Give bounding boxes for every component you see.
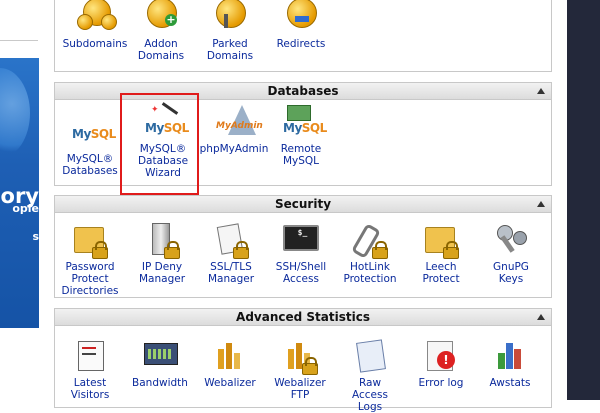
hotlink-protection-label: HotLink Protection xyxy=(343,261,397,285)
visitors-icon xyxy=(72,339,108,375)
remote-mysql-link[interactable]: MySQL Remote MySQL xyxy=(261,105,341,167)
security-title: Security xyxy=(274,197,332,211)
hotlink-protection-link[interactable]: HotLink Protection xyxy=(330,223,410,285)
bandwidth-link[interactable]: Bandwidth xyxy=(120,339,200,389)
subdomains-www-icon xyxy=(77,0,117,36)
ip-deny-link[interactable]: IP Deny Manager xyxy=(122,223,202,285)
error-log-icon: ! xyxy=(423,339,459,375)
mysql-databases-label: MySQL® Databases xyxy=(62,153,118,177)
raw-access-logs-link[interactable]: Raw Access Logs xyxy=(330,339,410,413)
redirects-www-icon xyxy=(283,0,319,36)
domains-panel: Subdomains + Addon Domains Parked Domain… xyxy=(54,0,552,72)
password-protect-link[interactable]: Password Protect Directories xyxy=(50,223,130,297)
parked-domains-link[interactable]: Parked Domains xyxy=(190,0,270,62)
ssl-tls-label: SSL/TLS Manager xyxy=(207,261,255,285)
security-header[interactable]: Security xyxy=(55,196,551,213)
promo-text-2: s xyxy=(32,230,39,243)
selection-highlight xyxy=(120,93,199,195)
webalizer-ftp-link[interactable]: Webalizer FTP xyxy=(260,339,340,401)
certificate-lock-icon xyxy=(213,223,249,259)
collapse-icon[interactable] xyxy=(537,314,545,320)
promo-graphic xyxy=(0,68,30,158)
remote-mysql-icon: MySQL xyxy=(283,105,327,141)
raw-access-logs-label: Raw Access Logs xyxy=(352,377,388,413)
mysql-databases-link[interactable]: MySQL MySQL® Databases xyxy=(50,115,130,177)
server-lock-icon xyxy=(144,223,180,259)
gnupg-keys-link[interactable]: GnuPG Keys xyxy=(471,223,551,285)
ip-deny-label: IP Deny Manager xyxy=(138,261,186,285)
webalizer-link[interactable]: Webalizer xyxy=(190,339,270,389)
leech-protect-link[interactable]: Leech Protect xyxy=(401,223,481,285)
collapse-icon[interactable] xyxy=(537,201,545,207)
ssh-shell-label: SSH/Shell Access xyxy=(275,261,327,285)
webalizer-label: Webalizer xyxy=(204,377,256,389)
keys-icon xyxy=(493,223,529,259)
phpmyadmin-icon: MyAdmin xyxy=(216,105,263,141)
bandwidth-icon xyxy=(142,339,178,375)
promo-text: ople xyxy=(12,202,39,215)
error-log-link[interactable]: ! Error log xyxy=(401,339,481,389)
advanced-statistics-panel: Advanced Statistics Latest Visitors Band… xyxy=(54,308,552,413)
advanced-statistics-title: Advanced Statistics xyxy=(236,310,370,324)
password-protect-label: Password Protect Directories xyxy=(61,261,119,297)
ssl-tls-link[interactable]: SSL/TLS Manager xyxy=(191,223,271,285)
folder-lock-icon xyxy=(72,223,108,259)
right-sidebar xyxy=(567,0,600,400)
webalizer-chart-icon xyxy=(212,339,248,375)
collapse-icon[interactable] xyxy=(537,88,545,94)
remote-mysql-label: Remote MySQL xyxy=(280,143,322,167)
chain-lock-icon xyxy=(351,223,388,259)
ssh-shell-link[interactable]: $_ SSH/Shell Access xyxy=(261,223,341,285)
addon-domains-www-icon: + xyxy=(143,0,179,36)
terminal-icon: $_ xyxy=(283,223,319,259)
databases-title: Databases xyxy=(267,84,339,98)
awstats-link[interactable]: Awstats xyxy=(470,339,550,389)
leech-protect-label: Leech Protect xyxy=(422,261,460,285)
sidebar-box xyxy=(0,40,38,60)
redirects-label: Redirects xyxy=(276,38,326,50)
awstats-chart-icon xyxy=(492,339,528,375)
sidebar-promo-banner[interactable]: ory ople s xyxy=(0,58,39,328)
advanced-statistics-header[interactable]: Advanced Statistics xyxy=(55,309,551,326)
error-log-label: Error log xyxy=(418,377,464,389)
addon-domains-link[interactable]: + Addon Domains xyxy=(121,0,201,62)
addon-domains-label: Addon Domains xyxy=(137,38,185,62)
redirects-link[interactable]: Redirects xyxy=(261,0,341,50)
folder-lock-icon xyxy=(423,223,459,259)
bandwidth-label: Bandwidth xyxy=(132,377,188,389)
latest-visitors-link[interactable]: Latest Visitors xyxy=(50,339,130,401)
mysql-icon: MySQL xyxy=(72,127,116,141)
gnupg-keys-label: GnuPG Keys xyxy=(493,261,529,285)
parked-domains-www-icon xyxy=(212,0,248,36)
latest-visitors-label: Latest Visitors xyxy=(70,377,110,401)
security-panel: Security Password Protect Directories IP… xyxy=(54,195,552,298)
raw-logs-icon xyxy=(352,339,388,375)
parked-domains-label: Parked Domains xyxy=(206,38,254,62)
awstats-label: Awstats xyxy=(489,377,531,389)
webalizer-ftp-icon xyxy=(282,339,318,375)
webalizer-ftp-label: Webalizer FTP xyxy=(274,377,326,401)
